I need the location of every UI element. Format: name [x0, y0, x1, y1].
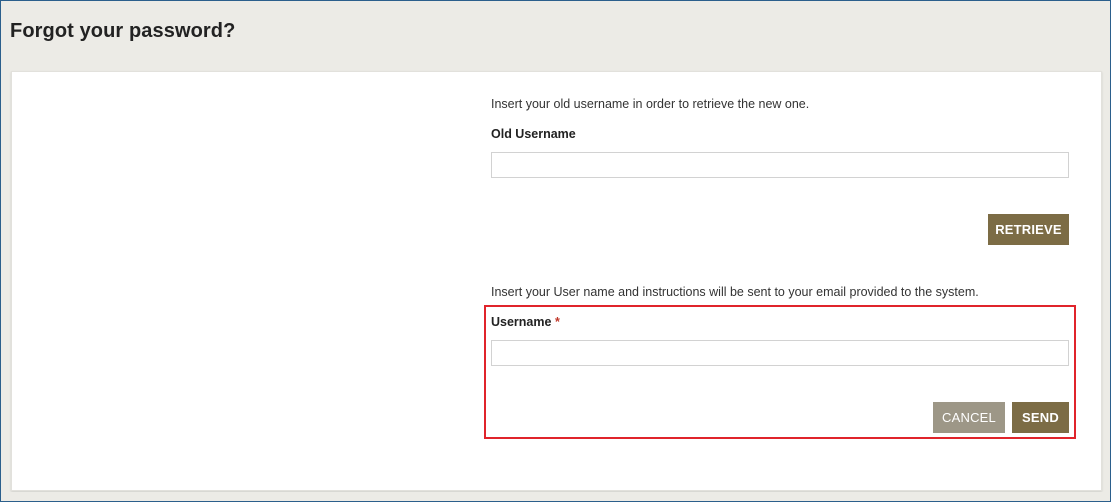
username-input[interactable] [491, 340, 1069, 366]
forgot-password-panel: Insert your old username in order to ret… [11, 71, 1102, 491]
cancel-button[interactable]: CANCEL [933, 402, 1005, 433]
old-username-label: Old Username [491, 127, 576, 141]
page-footer-strip [1, 492, 1110, 501]
retrieve-button[interactable]: RETRIEVE [988, 214, 1069, 245]
page-title: Forgot your password? [10, 20, 236, 42]
username-label: Username * [491, 315, 560, 329]
retrieve-instruction: Insert your old username in order to ret… [491, 97, 810, 111]
username-label-text: Username [491, 315, 552, 329]
page-header: Forgot your password? [1, 1, 1110, 69]
page-frame: Forgot your password? Insert your old us… [0, 0, 1111, 502]
required-marker: * [554, 315, 560, 329]
old-username-input[interactable] [491, 152, 1069, 178]
send-button[interactable]: SEND [1012, 402, 1069, 433]
reset-instruction: Insert your User name and instructions w… [491, 285, 979, 299]
